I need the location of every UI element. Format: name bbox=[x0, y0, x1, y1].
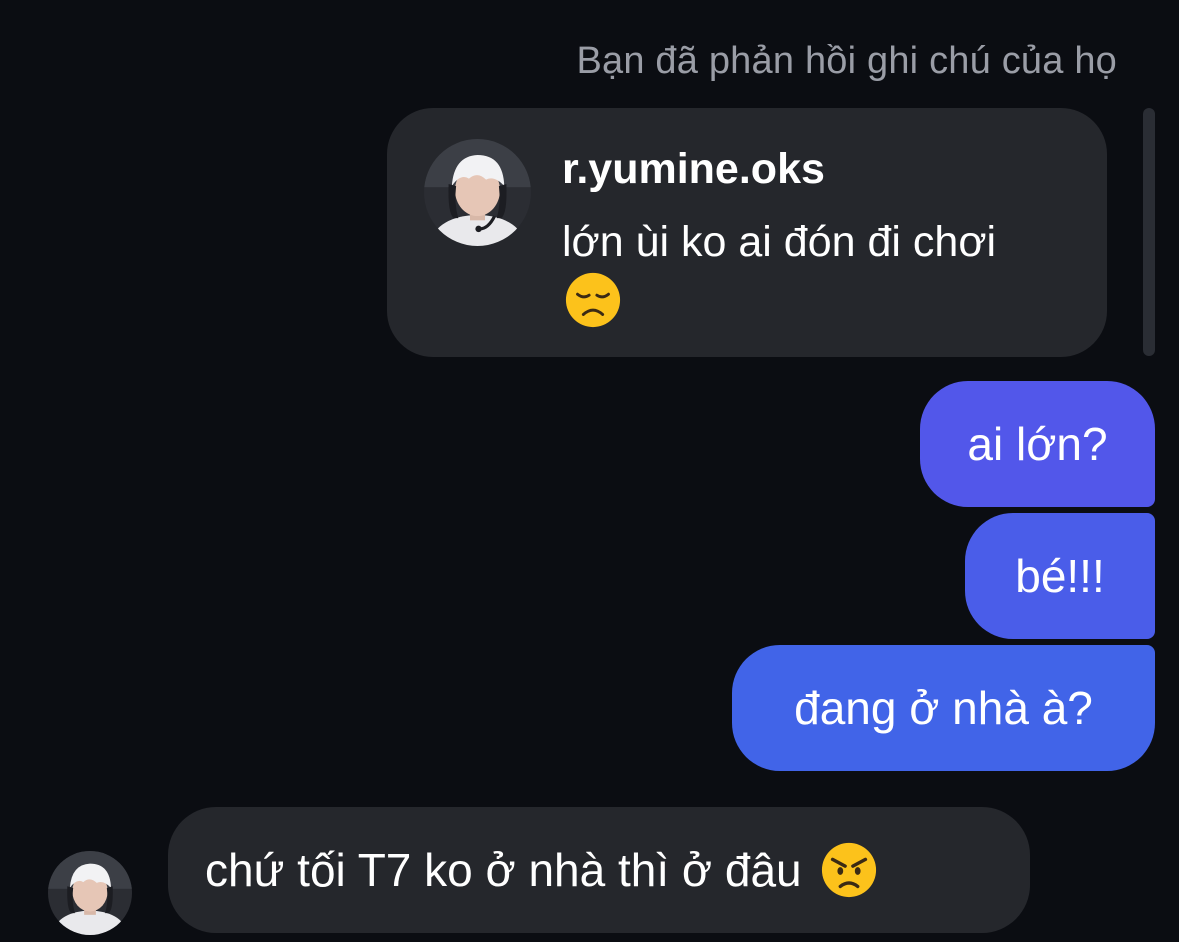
disappointed-face-icon bbox=[564, 271, 622, 329]
reply-context-label: Bạn đã phản hồi ghi chú của họ bbox=[576, 40, 1117, 82]
scroll-indicator[interactable] bbox=[1143, 108, 1155, 356]
outgoing-message-3[interactable]: đang ở nhà à? bbox=[732, 645, 1155, 771]
incoming-message[interactable]: chứ tối T7 ko ở nhà thì ở đâu bbox=[168, 807, 1030, 933]
note-text: lớn ùi ko ai đón đi chơi bbox=[562, 218, 997, 266]
replied-note-card[interactable]: r.yumine.oks lớn ùi ko ai đón đi chơi bbox=[387, 108, 1107, 357]
outgoing-message-2[interactable]: bé!!! bbox=[965, 513, 1155, 639]
incoming-message-text: chứ tối T7 ko ở nhà thì ở đâu bbox=[205, 844, 802, 896]
angry-face-icon bbox=[820, 841, 878, 899]
outgoing-message-1[interactable]: ai lớn? bbox=[920, 381, 1155, 507]
note-username: r.yumine.oks bbox=[562, 145, 825, 193]
sender-avatar[interactable] bbox=[48, 851, 132, 935]
note-author-avatar[interactable] bbox=[424, 139, 531, 246]
